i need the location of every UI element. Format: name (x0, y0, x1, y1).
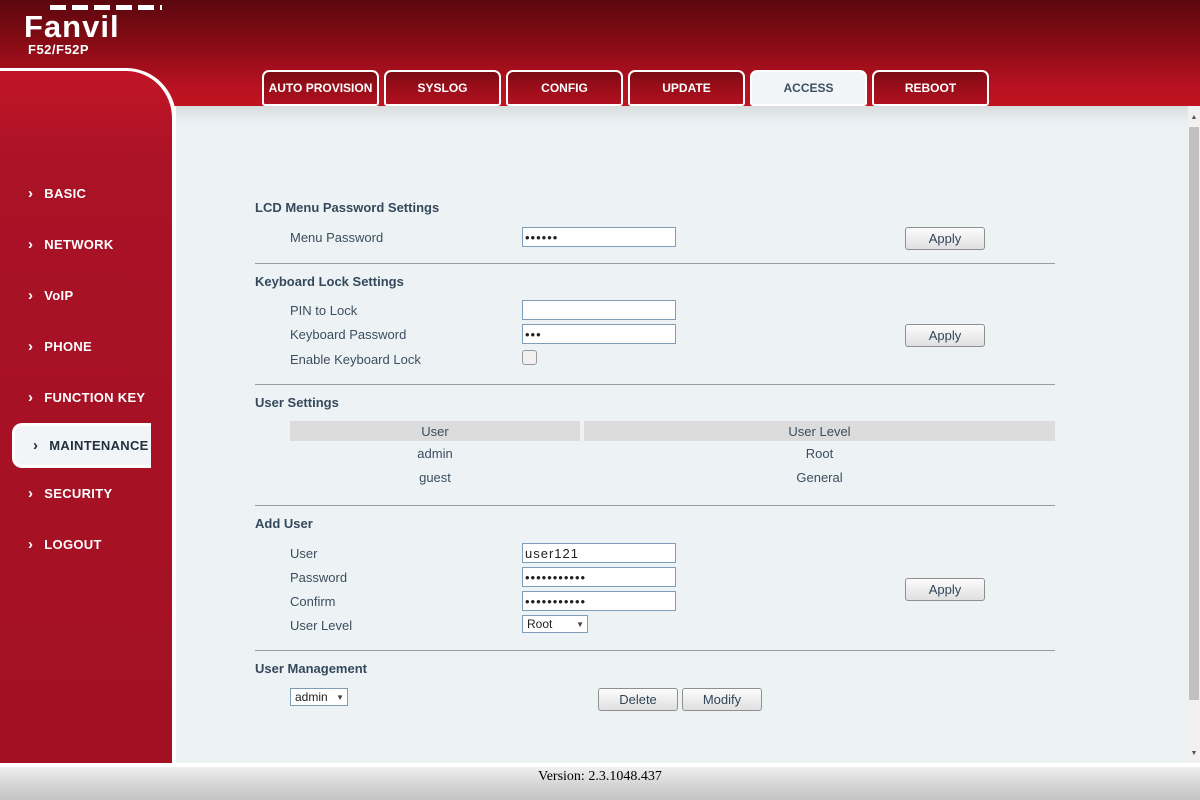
section-title-add-user: Add User (255, 516, 313, 531)
sidebar-item-label: SECURITY (44, 486, 113, 501)
manage-user-select[interactable]: admin ▼ (290, 688, 348, 706)
brand-logo: Fanvil F52/F52P (24, 5, 162, 57)
section-title-lcd-menu-password: LCD Menu Password Settings (255, 200, 440, 215)
top-tab-bar: AUTO PROVISION SYSLOG CONFIG UPDATE ACCE… (262, 70, 989, 106)
tab-update[interactable]: UPDATE (628, 70, 745, 106)
lcd-apply-button[interactable]: Apply (905, 227, 985, 250)
manage-user-select-value: admin (295, 690, 328, 704)
chevron-right-icon: › (33, 437, 39, 454)
tab-reboot[interactable]: REBOOT (872, 70, 989, 106)
sidebar-item-basic[interactable]: › BASIC (0, 168, 172, 219)
user-level-cell: Root (805, 445, 834, 461)
section-divider (255, 505, 1055, 506)
sidebar-nav: › BASIC › NETWORK › VoIP › PHONE › FUNCT… (0, 71, 172, 570)
delete-user-button[interactable]: Delete (598, 688, 678, 711)
main-content: LCD Menu Password Settings Menu Password… (176, 106, 1188, 763)
tab-auto-provision[interactable]: AUTO PROVISION (262, 70, 379, 106)
chevron-right-icon: › (28, 485, 34, 502)
chevron-right-icon: › (28, 236, 34, 253)
section-divider (255, 650, 1055, 651)
sidebar-item-label: BASIC (44, 186, 87, 201)
logo-text: Fanvil (24, 9, 120, 44)
enable-keyboard-lock-label: Enable Keyboard Lock (290, 352, 421, 367)
sidebar-item-phone[interactable]: › PHONE (0, 321, 172, 372)
add-user-name-row: User (176, 543, 1188, 565)
scroll-up-icon[interactable]: ▲ (1188, 110, 1200, 125)
add-user-confirm-input[interactable] (522, 591, 676, 611)
sidebar-item-logout[interactable]: › LOGOUT (0, 519, 172, 570)
tab-syslog[interactable]: SYSLOG (384, 70, 501, 106)
model-label: F52/F52P (28, 42, 90, 57)
sidebar-item-function-key[interactable]: › FUNCTION KEY (0, 372, 172, 423)
user-cell: guest (419, 469, 451, 485)
section-divider (255, 263, 1055, 264)
sidebar: › BASIC › NETWORK › VoIP › PHONE › FUNCT… (0, 68, 176, 763)
sidebar-item-label: LOGOUT (44, 537, 102, 552)
tab-config[interactable]: CONFIG (506, 70, 623, 106)
table-row: guest General (290, 465, 1055, 489)
add-user-confirm-label: Confirm (290, 594, 336, 609)
keyboard-lock-apply-button[interactable]: Apply (905, 324, 985, 347)
sidebar-item-label: PHONE (44, 339, 93, 354)
vertical-scrollbar[interactable]: ▲ ▼ (1188, 106, 1200, 763)
scroll-down-icon[interactable]: ▼ (1188, 746, 1200, 761)
chevron-right-icon: › (28, 338, 34, 355)
add-user-level-row: User Level Root ▼ (176, 615, 1188, 637)
tab-access[interactable]: ACCESS (750, 70, 867, 106)
keyboard-password-label: Keyboard Password (290, 327, 407, 342)
table-row: admin Root (290, 441, 1055, 465)
sidebar-item-label: MAINTENANCE (49, 438, 149, 453)
column-header-user-level: User Level (584, 421, 1055, 441)
add-user-password-row: Password (176, 567, 1188, 589)
pin-to-lock-row: PIN to Lock (176, 300, 1188, 322)
scrollbar-thumb[interactable] (1189, 127, 1199, 700)
chevron-right-icon: › (28, 287, 34, 304)
keyboard-password-row: Keyboard Password Apply (176, 324, 1188, 347)
add-user-password-label: Password (290, 570, 348, 585)
user-settings-table: User User Level admin Root guest General (290, 421, 1055, 489)
menu-password-row: Menu Password Apply (176, 227, 1188, 250)
user-level-cell: General (796, 469, 843, 485)
enable-keyboard-lock-checkbox[interactable] (522, 350, 537, 365)
column-header-user: User (290, 421, 580, 441)
pin-to-lock-input[interactable] (522, 300, 676, 320)
header-banner: Fanvil F52/F52P AUTO PROVISION SYSLOG CO… (0, 0, 1200, 106)
add-user-password-input[interactable] (522, 567, 676, 587)
table-header-row: User User Level (290, 421, 1055, 441)
section-title-keyboard-lock: Keyboard Lock Settings (255, 274, 404, 289)
user-cell: admin (417, 445, 453, 461)
chevron-right-icon: › (28, 389, 34, 406)
user-level-select-value: Root (527, 617, 553, 631)
section-title-user-management: User Management (255, 661, 367, 676)
sidebar-item-voip[interactable]: › VoIP (0, 270, 172, 321)
add-user-name-input[interactable] (522, 543, 676, 563)
firmware-version-text: Version: 2.3.1048.437 (538, 769, 662, 784)
add-user-confirm-row: Confirm (176, 591, 1188, 613)
sidebar-item-label: FUNCTION KEY (44, 390, 146, 405)
sidebar-item-security[interactable]: › SECURITY (0, 468, 172, 519)
footer-bar: Version: 2.3.1048.437 (0, 763, 1200, 800)
sidebar-item-network[interactable]: › NETWORK (0, 219, 172, 270)
chevron-down-icon: ▼ (576, 619, 584, 629)
keyboard-password-input[interactable] (522, 324, 676, 344)
sidebar-item-label: VoIP (44, 288, 74, 303)
fanvil-web-admin-page: Fanvil F52/F52P AUTO PROVISION SYSLOG CO… (0, 0, 1200, 800)
enable-keyboard-lock-row: Enable Keyboard Lock (176, 349, 1188, 371)
menu-password-input[interactable] (522, 227, 676, 247)
sidebar-item-maintenance[interactable]: › MAINTENANCE (12, 423, 151, 468)
section-title-user-settings: User Settings (255, 395, 339, 410)
sidebar-item-label: NETWORK (44, 237, 114, 252)
user-management-row: admin ▼ Delete Modify (176, 688, 1188, 711)
menu-password-label: Menu Password (290, 230, 384, 245)
pin-to-lock-label: PIN to Lock (290, 303, 358, 318)
user-level-select[interactable]: Root ▼ (522, 615, 588, 633)
chevron-right-icon: › (28, 185, 34, 202)
modify-user-button[interactable]: Modify (682, 688, 762, 711)
chevron-down-icon: ▼ (336, 692, 344, 702)
chevron-right-icon: › (28, 536, 34, 553)
section-divider (255, 384, 1055, 385)
add-user-name-label: User (290, 546, 318, 561)
add-user-level-label: User Level (290, 618, 353, 633)
